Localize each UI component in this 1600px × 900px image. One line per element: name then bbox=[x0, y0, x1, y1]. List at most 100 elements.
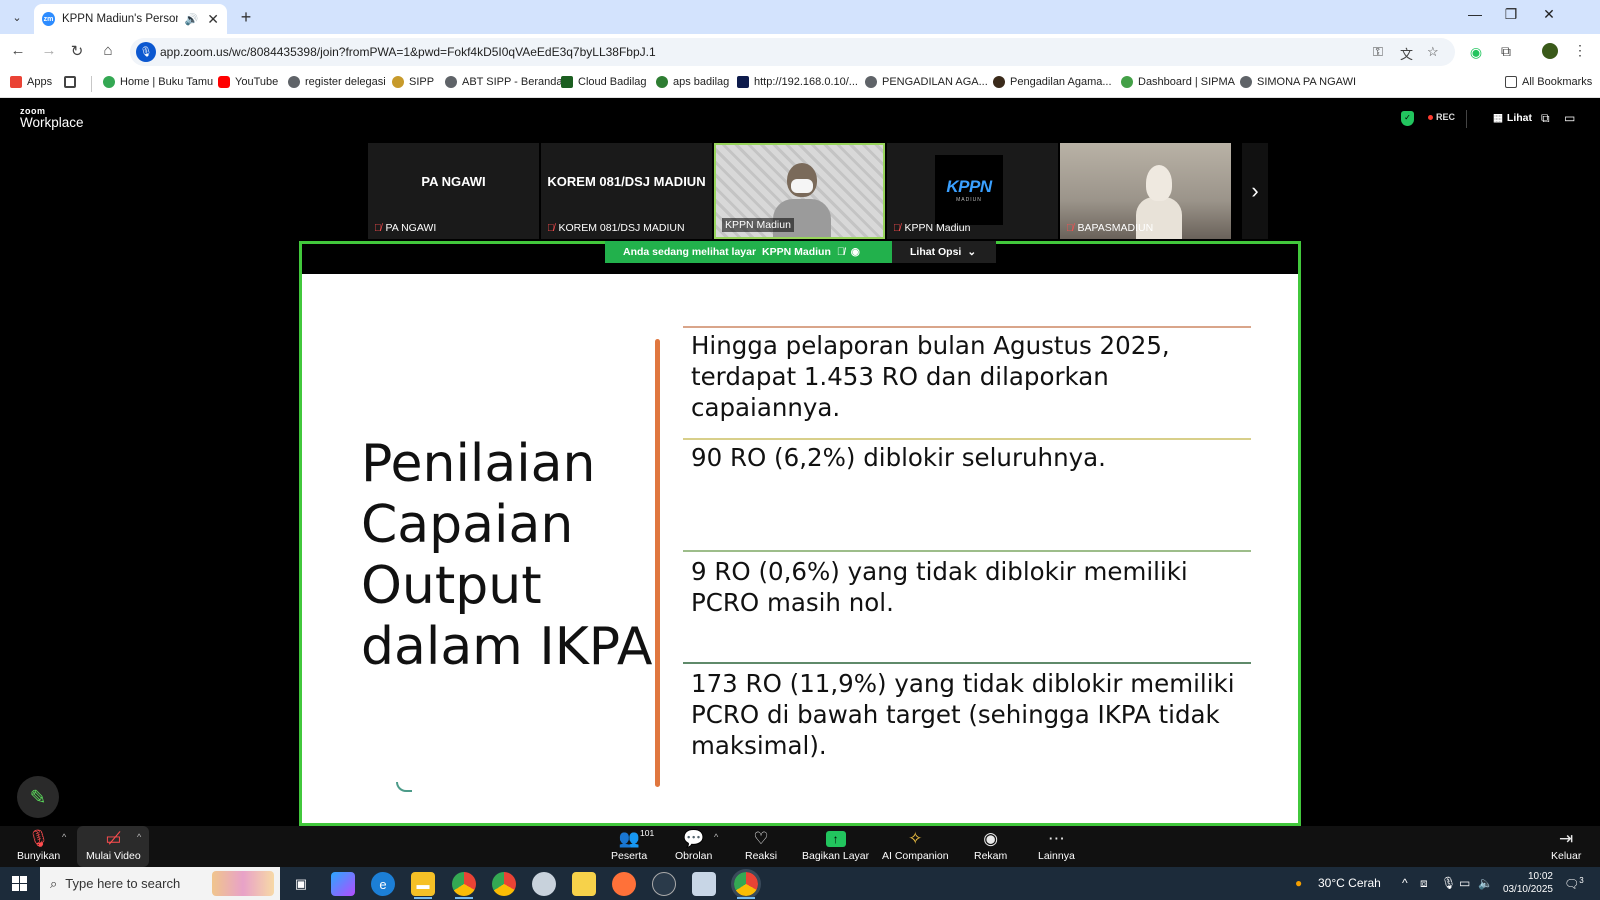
slide-divider-line bbox=[655, 339, 660, 787]
picture-in-picture-icon[interactable]: ⧉ bbox=[1541, 111, 1550, 126]
home-icon[interactable]: ⌂ bbox=[97, 42, 119, 59]
reload-icon[interactable]: ↻ bbox=[66, 42, 88, 60]
speaker-icon[interactable]: 🔊 bbox=[185, 13, 199, 26]
firefox-icon[interactable] bbox=[612, 872, 636, 896]
chrome-active-icon[interactable] bbox=[731, 869, 761, 899]
bookmark-youtube[interactable]: YouTube bbox=[218, 76, 278, 88]
annotate-pencil-icon[interactable]: ✎ bbox=[17, 776, 59, 818]
participant-tile[interactable]: KOREM 081/DSJ MADIUN 🎙̸ KOREM 081/DSJ MAD… bbox=[541, 143, 712, 239]
next-page-chevron-icon[interactable]: › bbox=[1242, 143, 1268, 239]
profile-avatar-icon[interactable] bbox=[1540, 43, 1560, 62]
translate-icon[interactable]: 文 bbox=[1400, 44, 1413, 63]
forward-icon[interactable]: → bbox=[38, 42, 60, 59]
participants-button[interactable]: 👥 Peserta bbox=[611, 828, 647, 862]
view-button[interactable]: ▦ Lihat bbox=[1493, 112, 1532, 124]
bookmark-abt-sipp[interactable]: ABT SIPP - Beranda bbox=[445, 76, 562, 88]
file-explorer-icon[interactable]: ▬ bbox=[411, 872, 435, 896]
meet-now-icon[interactable]: ⧈ bbox=[1420, 876, 1428, 891]
sticky-notes-icon[interactable] bbox=[572, 872, 596, 896]
minimize-icon[interactable]: — bbox=[1460, 6, 1490, 22]
site-icon bbox=[737, 76, 749, 88]
notifications-icon[interactable]: 🗨3 bbox=[1564, 876, 1584, 891]
share-screen-button[interactable]: ↑ Bagikan Layar bbox=[802, 828, 869, 862]
reactions-label: Reaksi bbox=[745, 850, 778, 862]
chrome-icon[interactable] bbox=[452, 872, 476, 896]
participant-tile[interactable]: 🎙̸ BAPASMADIUN bbox=[1060, 143, 1231, 239]
all-bookmarks[interactable]: All Bookmarks bbox=[1505, 76, 1592, 88]
record-icon: ◉ bbox=[983, 829, 999, 848]
active-indicator bbox=[737, 897, 755, 899]
weather-text[interactable]: 30°C Cerah bbox=[1318, 876, 1381, 890]
slide-point: 90 RO (6,2%) diblokir seluruhnya. bbox=[691, 443, 1106, 472]
tab-groups-icon[interactable] bbox=[64, 76, 76, 88]
leave-button[interactable]: ⇥ Keluar bbox=[1551, 828, 1581, 862]
browser-menu-icon[interactable]: ⋮ bbox=[1570, 42, 1590, 59]
bookmark-pengadilan-aga[interactable]: PENGADILAN AGA... bbox=[865, 76, 988, 88]
edge-icon[interactable]: e bbox=[371, 872, 395, 896]
participant-tile[interactable]: PA NGAWI 🎙̸ PA NGAWI bbox=[368, 143, 539, 239]
microphone-icon[interactable]: 🎙 bbox=[136, 42, 156, 62]
taskbar-search-input[interactable]: ⌕ Type here to search bbox=[40, 867, 280, 900]
audio-options-caret-icon[interactable]: ^ bbox=[62, 832, 66, 842]
participant-label: 🎙̸ BAPASMADIUN bbox=[1066, 222, 1153, 234]
extensions-puzzle-icon[interactable]: ⧉ bbox=[1496, 43, 1516, 60]
view-options-button[interactable]: Lihat Opsi ⌄ bbox=[892, 241, 996, 263]
bookmark-pengadilan-agama[interactable]: Pengadilan Agama... bbox=[993, 76, 1112, 88]
reactions-button[interactable]: ♡ Reaksi bbox=[745, 828, 777, 862]
bookmark-apps[interactable]: Apps bbox=[10, 76, 52, 88]
restore-icon[interactable]: ❐ bbox=[1496, 6, 1526, 23]
url-text[interactable]: app.zoom.us/wc/8084435398/join?fromPWA=1… bbox=[160, 45, 656, 59]
network-icon[interactable]: ▭ bbox=[1459, 876, 1470, 890]
start-video-button[interactable]: ▭̸ Mulai Video bbox=[86, 828, 141, 862]
address-bar[interactable]: 🎙 app.zoom.us/wc/8084435398/join?fromPWA… bbox=[130, 38, 1455, 66]
participant-tile[interactable]: KPPN MADIUN 🎙̸ KPPN Madiun bbox=[887, 143, 1058, 239]
volume-icon[interactable]: 🔈 bbox=[1478, 876, 1493, 890]
window-close-icon[interactable]: ✕ bbox=[1534, 6, 1564, 23]
participant-name: PA NGAWI bbox=[385, 222, 437, 234]
ai-companion-label: AI Companion bbox=[882, 850, 949, 862]
video-options-caret-icon[interactable]: ^ bbox=[137, 832, 141, 842]
task-view-icon[interactable]: ▣ bbox=[289, 872, 313, 896]
bookmark-simona[interactable]: SIMONA PA NGAWI bbox=[1240, 76, 1356, 88]
back-icon[interactable]: ← bbox=[7, 42, 29, 59]
bookmark-aps-badilag[interactable]: aps badilag bbox=[656, 76, 729, 88]
record-button[interactable]: ◉ Rekam bbox=[974, 828, 1007, 862]
bookmark-star-icon[interactable]: ☆ bbox=[1427, 44, 1439, 60]
copilot-icon[interactable] bbox=[331, 872, 355, 896]
participant-tile-speaking[interactable]: KPPN Madiun bbox=[714, 143, 885, 239]
unmute-button[interactable]: 🎙 Bunyikan bbox=[17, 828, 60, 862]
tray-chevron-icon[interactable]: ^ bbox=[1402, 876, 1408, 890]
app-icon[interactable] bbox=[532, 872, 556, 896]
taskbar-clock[interactable]: 10:02 03/10/2025 bbox=[1495, 870, 1553, 896]
calculator-icon[interactable] bbox=[692, 872, 716, 896]
bookmark-home-buku-tamu[interactable]: Home | Buku Tamu bbox=[103, 76, 213, 88]
participant-name: KPPN Madiun bbox=[904, 222, 971, 234]
ai-companion-button[interactable]: ✧ AI Companion bbox=[882, 828, 949, 862]
weather-icon[interactable]: ● bbox=[1295, 876, 1302, 890]
windows-start-icon[interactable] bbox=[12, 876, 27, 891]
heart-icon: ♡ bbox=[753, 829, 769, 848]
obs-icon[interactable] bbox=[652, 872, 676, 896]
bookmark-sipp[interactable]: SIPP bbox=[392, 76, 434, 88]
bookmark-dashboard-sipma[interactable]: Dashboard | SIPMA bbox=[1121, 76, 1235, 88]
microphone-tray-icon[interactable]: 🎙 bbox=[1441, 876, 1456, 890]
new-tab-button[interactable]: + bbox=[235, 6, 257, 28]
extension-eye-icon[interactable]: ◉ bbox=[1466, 44, 1486, 61]
chrome-profile-icon[interactable] bbox=[492, 872, 516, 896]
record-dot-icon bbox=[1428, 114, 1433, 120]
recording-indicator[interactable]: REC bbox=[1428, 112, 1455, 122]
chat-caret-icon[interactable]: ^ bbox=[714, 832, 718, 842]
encryption-shield-icon[interactable]: ✓ bbox=[1401, 111, 1414, 126]
more-button[interactable]: ⋯ Lainnya bbox=[1038, 828, 1075, 862]
tab-search-icon[interactable]: ⌄ bbox=[6, 6, 28, 28]
bookmark-cloud-badilag[interactable]: Cloud Badilag bbox=[561, 76, 647, 88]
chat-button[interactable]: 💬 Obrolan bbox=[675, 828, 712, 862]
bookmark-register-delegasi[interactable]: register delegasi bbox=[288, 76, 386, 88]
minimize-window-icon[interactable]: ▭ bbox=[1564, 111, 1575, 125]
leave-label: Keluar bbox=[1551, 850, 1582, 862]
password-key-icon[interactable]: ⚿ bbox=[1373, 44, 1383, 60]
browser-tab[interactable]: zm KPPN Madiun's Personal Meeting Room 🔊… bbox=[34, 4, 227, 34]
close-tab-icon[interactable]: ✕ bbox=[207, 11, 219, 28]
bookmark-label: PENGADILAN AGA... bbox=[882, 76, 988, 88]
bookmark-local-ip[interactable]: http://192.168.0.10/... bbox=[737, 76, 858, 88]
